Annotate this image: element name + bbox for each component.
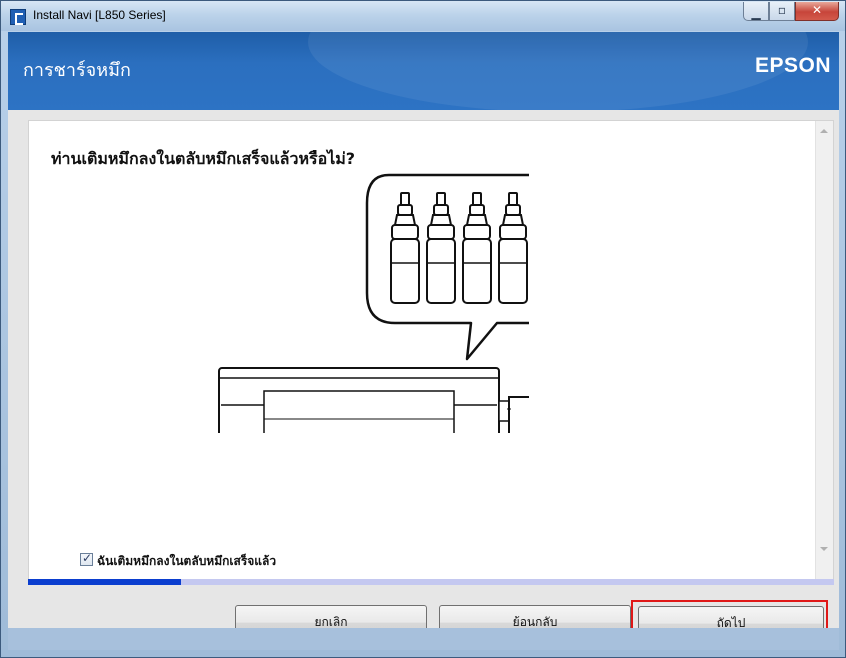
scroll-down-icon[interactable] xyxy=(820,547,828,551)
close-icon: ✕ xyxy=(811,3,823,17)
maximize-icon: ▫ xyxy=(777,3,787,17)
ink-bottle-icon xyxy=(462,192,492,304)
progress-fill xyxy=(28,579,182,585)
progress-bar xyxy=(28,579,834,585)
ink-bottle-icon xyxy=(426,192,456,304)
ink-bottle-icon xyxy=(390,192,420,304)
ink-bottle-icon xyxy=(498,192,528,304)
app-icon xyxy=(10,9,26,25)
ink-filled-checkbox[interactable]: ✓ xyxy=(80,551,93,566)
brand-logo: EPSON xyxy=(754,54,831,77)
window-title: Install Navi [L850 Series] xyxy=(33,8,166,22)
printer-icon xyxy=(218,367,529,433)
installer-window: Install Navi [L850 Series] ▁ ▫ ✕ การชาร์… xyxy=(0,0,846,658)
close-button[interactable]: ✕ xyxy=(795,2,839,21)
scroll-up-icon[interactable] xyxy=(820,129,828,133)
instruction-panel[interactable]: ท่านเติมหมึกลงในตลับหมึกเสร็จแล้วหรือไม่… xyxy=(28,120,834,582)
checkmark-icon: ✓ xyxy=(82,551,93,565)
question-text: ท่านเติมหมึกลงในตลับหมึกเสร็จแล้วหรือไม่… xyxy=(51,149,356,168)
title-bar[interactable]: Install Navi [L850 Series] ▁ ▫ ✕ xyxy=(1,1,845,31)
minimize-button[interactable]: ▁ xyxy=(743,2,769,21)
ink-filled-checkbox-label: ฉันเติมหมึกลงในตลับหมึกเสร็จแล้ว xyxy=(97,554,277,568)
window-bottom-border xyxy=(8,628,839,650)
page-header: การชาร์จหมึก EPSON xyxy=(8,32,839,110)
printer-with-ink-bottles-illustration xyxy=(218,173,529,433)
vertical-scrollbar[interactable] xyxy=(815,121,833,581)
maximize-button[interactable]: ▫ xyxy=(769,2,795,21)
ink-bottles xyxy=(390,192,528,304)
content-area: ท่านเติมหมึกลงในตลับหมึกเสร็จแล้วหรือไม่… xyxy=(8,110,839,645)
minimize-icon: ▁ xyxy=(751,6,761,20)
page-title: การชาร์จหมึก xyxy=(23,60,131,81)
